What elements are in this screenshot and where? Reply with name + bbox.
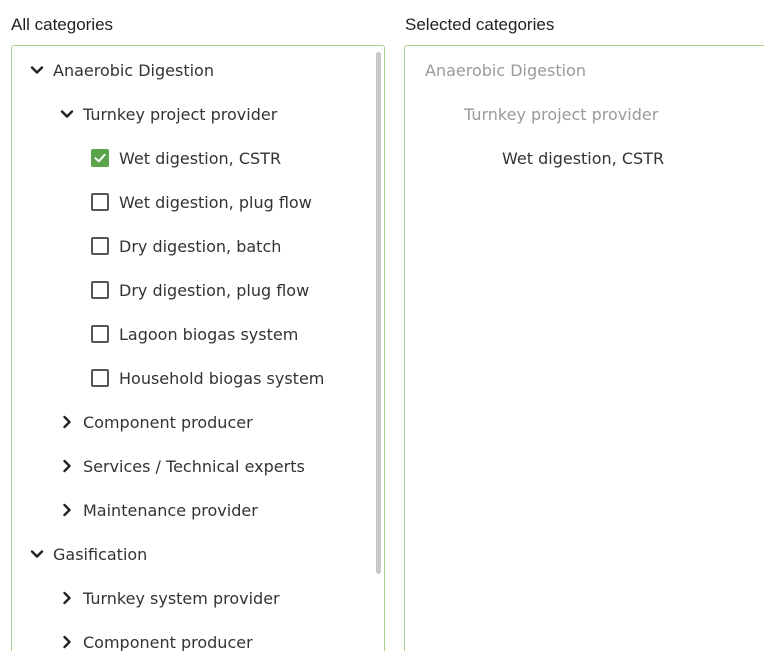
tree-item-label: Household biogas system xyxy=(119,368,325,388)
tree-item-label: Wet digestion, CSTR xyxy=(119,148,282,168)
tree-item-dry-digestion-batch[interactable]: Dry digestion, batch xyxy=(12,224,384,268)
selected-item-anaerobic-digestion[interactable]: Anaerobic Digestion xyxy=(425,48,586,92)
tree-item-label: Anaerobic Digestion xyxy=(53,60,214,80)
selected-categories-panel: Anaerobic Digestion Turnkey project prov… xyxy=(404,45,764,651)
checkbox[interactable] xyxy=(91,281,109,299)
tree-item-label: Lagoon biogas system xyxy=(119,324,299,344)
tree-item-household-biogas-system[interactable]: Household biogas system xyxy=(12,356,384,400)
selected-item-wet-digestion-cstr[interactable]: Wet digestion, CSTR xyxy=(502,136,664,180)
all-categories-title: All categories xyxy=(11,15,114,34)
tree-scrollbar[interactable] xyxy=(376,52,381,574)
chevron-right-icon[interactable] xyxy=(59,414,75,430)
tree-item-dry-digestion-plug-flow[interactable]: Dry digestion, plug flow xyxy=(12,268,384,312)
tree-item-turnkey-system-provider[interactable]: Turnkey system provider xyxy=(12,576,384,620)
checkbox[interactable] xyxy=(91,193,109,211)
tree-item-label: Gasification xyxy=(53,544,148,564)
tree-item-label: Component producer xyxy=(83,632,253,651)
tree-item-label: Dry digestion, batch xyxy=(119,236,282,256)
checkbox-checked[interactable] xyxy=(91,149,109,167)
selected-categories-title: Selected categories xyxy=(405,15,555,34)
checkbox[interactable] xyxy=(91,237,109,255)
tree-item-maintenance-provider[interactable]: Maintenance provider xyxy=(12,488,384,532)
chevron-right-icon[interactable] xyxy=(59,502,75,518)
chevron-down-icon[interactable] xyxy=(59,106,75,122)
tree-item-wet-digestion-cstr[interactable]: Wet digestion, CSTR xyxy=(12,136,384,180)
checkbox[interactable] xyxy=(91,325,109,343)
chevron-right-icon[interactable] xyxy=(59,458,75,474)
checkbox[interactable] xyxy=(91,369,109,387)
tree-item-turnkey-project-provider[interactable]: Turnkey project provider xyxy=(12,92,384,136)
tree-item-component-producer[interactable]: Component producer xyxy=(12,620,384,651)
tree-item-label: Turnkey project provider xyxy=(83,104,278,124)
chevron-right-icon[interactable] xyxy=(59,590,75,606)
tree-item-label: Turnkey system provider xyxy=(83,588,280,608)
selected-item-turnkey-project-provider[interactable]: Turnkey project provider xyxy=(464,92,658,136)
tree-item-label: Wet digestion, plug flow xyxy=(119,192,312,212)
chevron-down-icon[interactable] xyxy=(29,546,45,562)
tree-item-component-producer[interactable]: Component producer xyxy=(12,400,384,444)
tree-item-label: Component producer xyxy=(83,412,253,432)
tree-item-label: Services / Technical experts xyxy=(83,456,305,476)
all-categories-panel: Anaerobic Digestion Turnkey project provi… xyxy=(11,45,385,651)
tree-item-gasification[interactable]: Gasification xyxy=(12,532,384,576)
tree-item-label: Dry digestion, plug flow xyxy=(119,280,310,300)
chevron-right-icon[interactable] xyxy=(59,634,75,650)
tree-item-lagoon-biogas-system[interactable]: Lagoon biogas system xyxy=(12,312,384,356)
chevron-down-icon[interactable] xyxy=(29,62,45,78)
checkmark-icon xyxy=(94,153,106,163)
tree-item-wet-digestion-plug-flow[interactable]: Wet digestion, plug flow xyxy=(12,180,384,224)
tree-item-anaerobic-digestion[interactable]: Anaerobic Digestion xyxy=(12,48,384,92)
tree-item-services-technical-experts[interactable]: Services / Technical experts xyxy=(12,444,384,488)
tree-item-label: Maintenance provider xyxy=(83,500,258,520)
